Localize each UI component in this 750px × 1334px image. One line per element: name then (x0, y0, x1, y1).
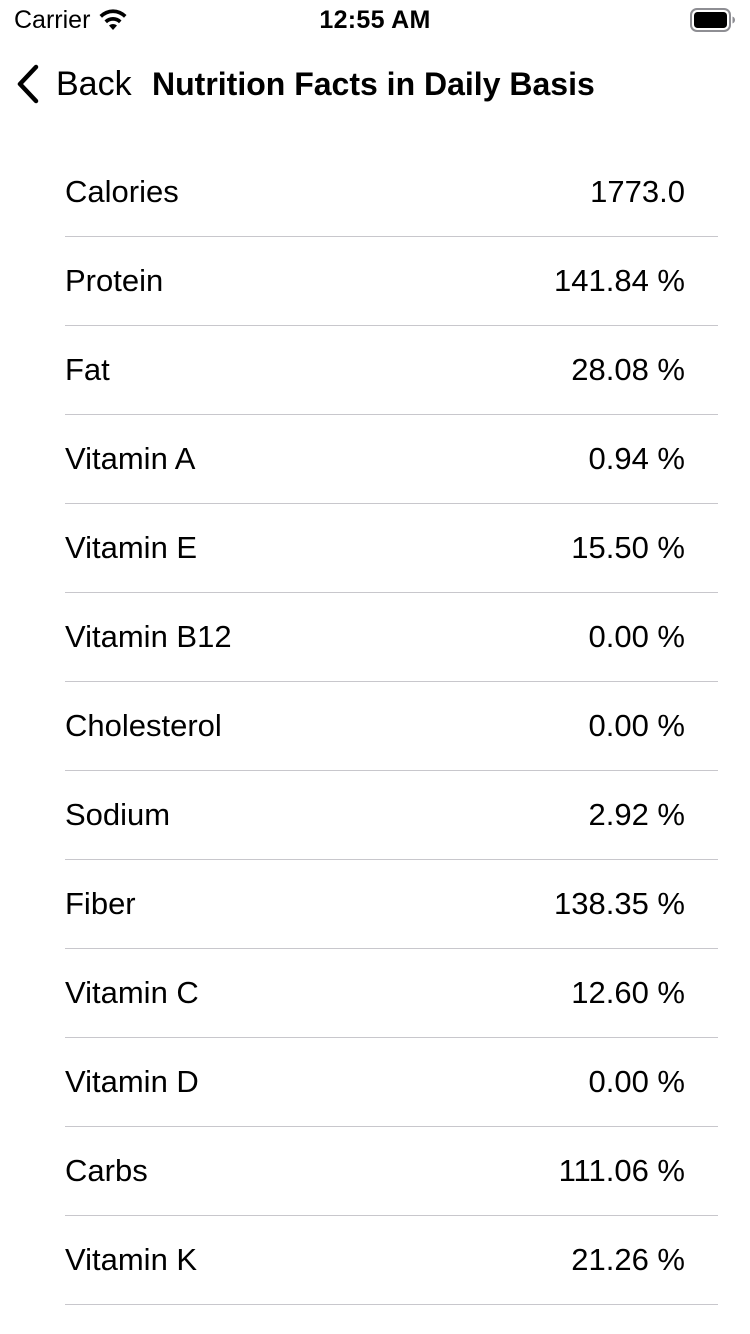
page-title: Nutrition Facts in Daily Basis (152, 66, 595, 102)
row-label: Vitamin K (65, 1242, 198, 1277)
list-item: Carbs 111.06 % (65, 1127, 718, 1216)
nutrition-list: Calories 1773.0 Protein 141.84 % Fat 28.… (0, 148, 750, 1305)
row-label: Fat (65, 352, 110, 387)
list-item: Fiber 138.35 % (65, 860, 718, 949)
row-label: Fiber (65, 886, 136, 921)
row-value: 138.35 % (554, 886, 685, 921)
row-value: 1773.0 (590, 174, 685, 209)
list-item: Vitamin B12 0.00 % (65, 593, 718, 682)
row-value: 0.94 % (588, 441, 685, 476)
row-value: 21.26 % (571, 1242, 685, 1277)
list-item: Vitamin D 0.00 % (65, 1038, 718, 1127)
row-value: 2.92 % (588, 797, 685, 832)
back-button[interactable]: Back (14, 62, 132, 106)
list-item: Vitamin C 12.60 % (65, 949, 718, 1038)
list-item: Calories 1773.0 (65, 148, 718, 237)
list-item: Sodium 2.92 % (65, 771, 718, 860)
status-time: 12:55 AM (319, 6, 431, 34)
row-label: Vitamin A (65, 441, 196, 476)
row-label: Sodium (65, 797, 171, 832)
list-item: Protein 141.84 % (65, 237, 718, 326)
row-label: Vitamin B12 (65, 619, 232, 654)
row-label: Cholesterol (65, 708, 222, 743)
navigation-bar: Back Nutrition Facts in Daily Basis (0, 40, 750, 128)
row-value: 111.06 % (558, 1153, 685, 1188)
battery-icon (690, 8, 736, 32)
row-value: 12.60 % (571, 975, 685, 1010)
list-item: Cholesterol 0.00 % (65, 682, 718, 771)
row-value: 15.50 % (571, 530, 685, 565)
row-label: Protein (65, 263, 164, 298)
list-item: Fat 28.08 % (65, 326, 718, 415)
row-label: Calories (65, 174, 179, 209)
row-label: Vitamin E (65, 530, 198, 565)
row-value: 141.84 % (554, 263, 685, 298)
row-label: Carbs (65, 1153, 148, 1188)
chevron-left-icon (14, 63, 42, 105)
row-value: 0.00 % (588, 708, 685, 743)
list-item: Vitamin A 0.94 % (65, 415, 718, 504)
status-bar: Carrier 12:55 AM (0, 0, 750, 40)
row-value: 0.00 % (588, 619, 685, 654)
row-value: 0.00 % (588, 1064, 685, 1099)
row-value: 28.08 % (571, 352, 685, 387)
row-label: Vitamin C (65, 975, 199, 1010)
list-item: Vitamin E 15.50 % (65, 504, 718, 593)
list-item: Vitamin K 21.26 % (65, 1216, 718, 1305)
back-label: Back (56, 65, 132, 103)
row-label: Vitamin D (65, 1064, 199, 1099)
